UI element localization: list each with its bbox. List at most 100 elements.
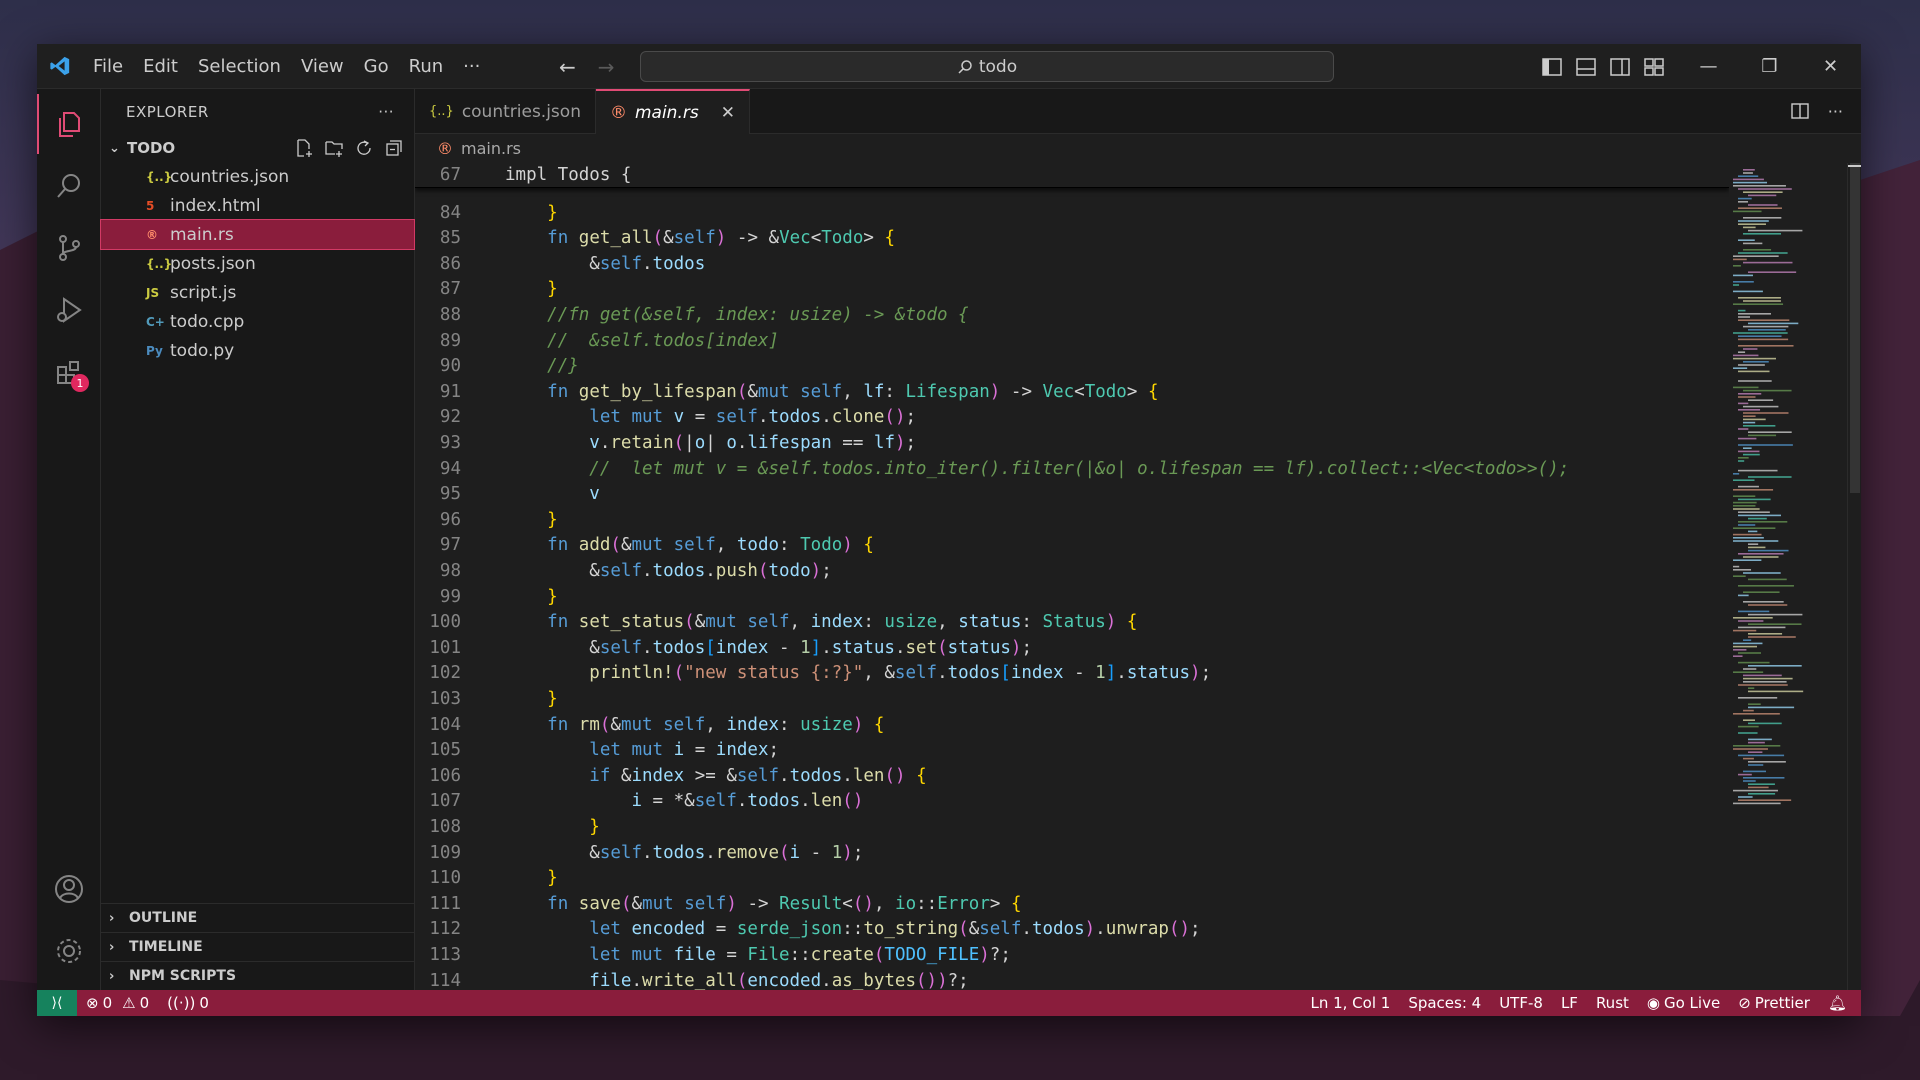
more-actions-icon[interactable]: ··· xyxy=(1828,102,1843,121)
sticky-scroll-line[interactable]: 67 impl Todos { xyxy=(415,163,1729,188)
code-line[interactable]: 105 let mut i = index; xyxy=(415,738,1729,763)
tab-countries-json[interactable]: {..} countries.json xyxy=(415,89,596,134)
extensions-activity[interactable]: 1 xyxy=(37,342,101,402)
file-item-posts-json[interactable]: {..} posts.json xyxy=(101,249,414,278)
minimap-line xyxy=(1738,799,1792,801)
menu-edit[interactable]: Edit xyxy=(133,56,188,77)
code-editor[interactable]: 67 impl Todos { 84 } 85 fn get_all(&self)… xyxy=(415,163,1729,990)
code-line[interactable]: 84 } xyxy=(415,200,1729,225)
close-window-icon[interactable]: ✕ xyxy=(1800,44,1861,89)
accounts-activity[interactable] xyxy=(37,859,101,919)
toggle-primary-sidebar-icon[interactable] xyxy=(1541,57,1563,77)
code-line[interactable]: 113 let mut file = File::create(TODO_FIL… xyxy=(415,942,1729,967)
minimap-line xyxy=(1748,546,1766,549)
problems-indicator[interactable]: ⊗ 0 ⚠ 0 xyxy=(77,994,158,1012)
code-line[interactable]: 96 } xyxy=(415,507,1729,532)
editor-scrollbar[interactable] xyxy=(1847,163,1861,990)
code-line[interactable]: 109 &self.todos.remove(i - 1); xyxy=(415,840,1729,865)
restore-icon[interactable]: ❐ xyxy=(1739,44,1800,89)
code-line[interactable]: 114 file.write_all(encoded.as_bytes())?; xyxy=(415,968,1729,991)
menu-more[interactable]: ··· xyxy=(453,56,490,77)
forward-arrow-icon[interactable]: → xyxy=(598,55,615,79)
refresh-icon[interactable] xyxy=(354,138,374,158)
search-activity[interactable] xyxy=(37,156,101,216)
code-line[interactable]: 101 &self.todos[index - 1].status.set(st… xyxy=(415,635,1729,660)
close-icon[interactable]: ✕ xyxy=(721,103,735,123)
gear-icon xyxy=(57,939,81,963)
explorer-more-icon[interactable]: ··· xyxy=(378,103,394,121)
code-line[interactable]: 108 } xyxy=(415,814,1729,839)
code-line[interactable]: 107 i = *&self.todos.len() xyxy=(415,789,1729,814)
notifications-bell-icon[interactable]: 🔔︎ xyxy=(1819,994,1861,1012)
section-npm-scripts[interactable]: › NPM SCRIPTS xyxy=(101,961,414,990)
source-control-activity[interactable] xyxy=(37,218,101,278)
customize-layout-icon[interactable] xyxy=(1643,57,1665,77)
cursor-position[interactable]: Ln 1, Col 1 xyxy=(1301,994,1399,1012)
code-line[interactable]: 99 } xyxy=(415,584,1729,609)
code-line[interactable]: 90 //} xyxy=(415,354,1729,379)
code-line[interactable]: 91 fn get_by_lifespan(&mut self, lf: Lif… xyxy=(415,379,1729,404)
encoding[interactable]: UTF-8 xyxy=(1490,994,1552,1012)
file-item-index-html[interactable]: 5 index.html xyxy=(101,191,414,220)
go-live-button[interactable]: ◉ Go Live xyxy=(1638,994,1729,1012)
language-mode[interactable]: Rust xyxy=(1587,994,1638,1012)
minimize-icon[interactable]: — xyxy=(1678,44,1739,89)
minimap[interactable] xyxy=(1729,163,1847,990)
tab-main-rs[interactable]: ® main.rs ✕ xyxy=(595,89,750,134)
code-line[interactable]: 86 &self.todos xyxy=(415,251,1729,276)
toggle-panel-icon[interactable] xyxy=(1575,57,1597,77)
split-editor-icon[interactable] xyxy=(1790,102,1810,120)
new-file-icon[interactable] xyxy=(294,138,314,158)
code-line[interactable]: 87 } xyxy=(415,277,1729,302)
menu-run[interactable]: Run xyxy=(399,56,454,77)
code-line[interactable]: 103 } xyxy=(415,686,1729,711)
code-line[interactable]: 112 let encoded = serde_json::to_string(… xyxy=(415,917,1729,942)
code-line[interactable]: 89 // &self.todos[index] xyxy=(415,328,1729,353)
file-item-script-js[interactable]: JS script.js xyxy=(101,278,414,307)
new-folder-icon[interactable] xyxy=(324,138,344,158)
section-outline[interactable]: › OUTLINE xyxy=(101,903,414,932)
sidebar-sections: › OUTLINE › TIMELINE › NPM SCRIPTS xyxy=(101,903,414,990)
code-line[interactable]: 85 fn get_all(&self) -> &Vec<Todo> { xyxy=(415,226,1729,251)
menu-view[interactable]: View xyxy=(291,56,354,77)
code-line[interactable]: 92 let mut v = self.todos.clone(); xyxy=(415,405,1729,430)
menu-selection[interactable]: Selection xyxy=(188,56,291,77)
command-center-search[interactable]: todo xyxy=(640,51,1334,82)
prettier-status[interactable]: ⊘ Prettier xyxy=(1729,994,1819,1012)
code-line[interactable]: 110 } xyxy=(415,866,1729,891)
code-line[interactable]: 88 //fn get(&self, index: usize) -> &tod… xyxy=(415,302,1729,327)
remote-indicator[interactable]: ⟩⟨ xyxy=(37,990,77,1016)
collapse-all-icon[interactable] xyxy=(384,138,404,158)
end-of-line[interactable]: LF xyxy=(1552,994,1587,1012)
code-line[interactable]: 102 println!("new status {:?}", &self.to… xyxy=(415,661,1729,686)
code-line[interactable]: 98 &self.todos.push(todo); xyxy=(415,558,1729,583)
code-line[interactable]: 106 if &index >= &self.todos.len() { xyxy=(415,763,1729,788)
breadcrumb-file[interactable]: main.rs xyxy=(461,139,521,158)
toggle-secondary-sidebar-icon[interactable] xyxy=(1609,57,1631,77)
file-item-todo-py[interactable]: Py todo.py xyxy=(101,336,414,365)
minimap-line xyxy=(1743,191,1783,193)
file-item-main-rs[interactable]: ® main.rs xyxy=(100,219,415,250)
file-item-todo-cpp[interactable]: C+ todo.cpp xyxy=(101,307,414,336)
minimap-line xyxy=(1743,348,1758,350)
section-timeline[interactable]: › TIMELINE xyxy=(101,932,414,961)
ports-indicator[interactable]: ((·)) 0 xyxy=(158,994,218,1012)
folder-todo[interactable]: ⌄ TODO xyxy=(101,134,414,162)
code-line[interactable]: 94 // let mut v = &self.todos.into_iter(… xyxy=(415,456,1729,481)
menu-go[interactable]: Go xyxy=(354,56,399,77)
run-debug-activity[interactable] xyxy=(37,280,101,340)
code-line[interactable]: 111 fn save(&mut self) -> Result<(), io:… xyxy=(415,891,1729,916)
manage-activity[interactable] xyxy=(37,921,101,981)
code-line[interactable]: 100 fn set_status(&mut self, index: usiz… xyxy=(415,610,1729,635)
back-arrow-icon[interactable]: ← xyxy=(559,55,576,79)
code-line[interactable]: 93 v.retain(|o| o.lifespan == lf); xyxy=(415,430,1729,455)
line-number: 99 xyxy=(439,586,461,607)
file-item-countries-json[interactable]: {..} countries.json xyxy=(101,162,414,191)
code-line[interactable]: 97 fn add(&mut self, todo: Todo) { xyxy=(415,533,1729,558)
code-line[interactable]: 95 v xyxy=(415,482,1729,507)
indentation[interactable]: Spaces: 4 xyxy=(1399,994,1490,1012)
code-line[interactable]: 104 fn rm(&mut self, index: usize) { xyxy=(415,712,1729,737)
menu-file[interactable]: File xyxy=(83,56,133,77)
scrollbar-thumb[interactable] xyxy=(1850,163,1860,493)
explorer-activity[interactable] xyxy=(37,94,101,154)
